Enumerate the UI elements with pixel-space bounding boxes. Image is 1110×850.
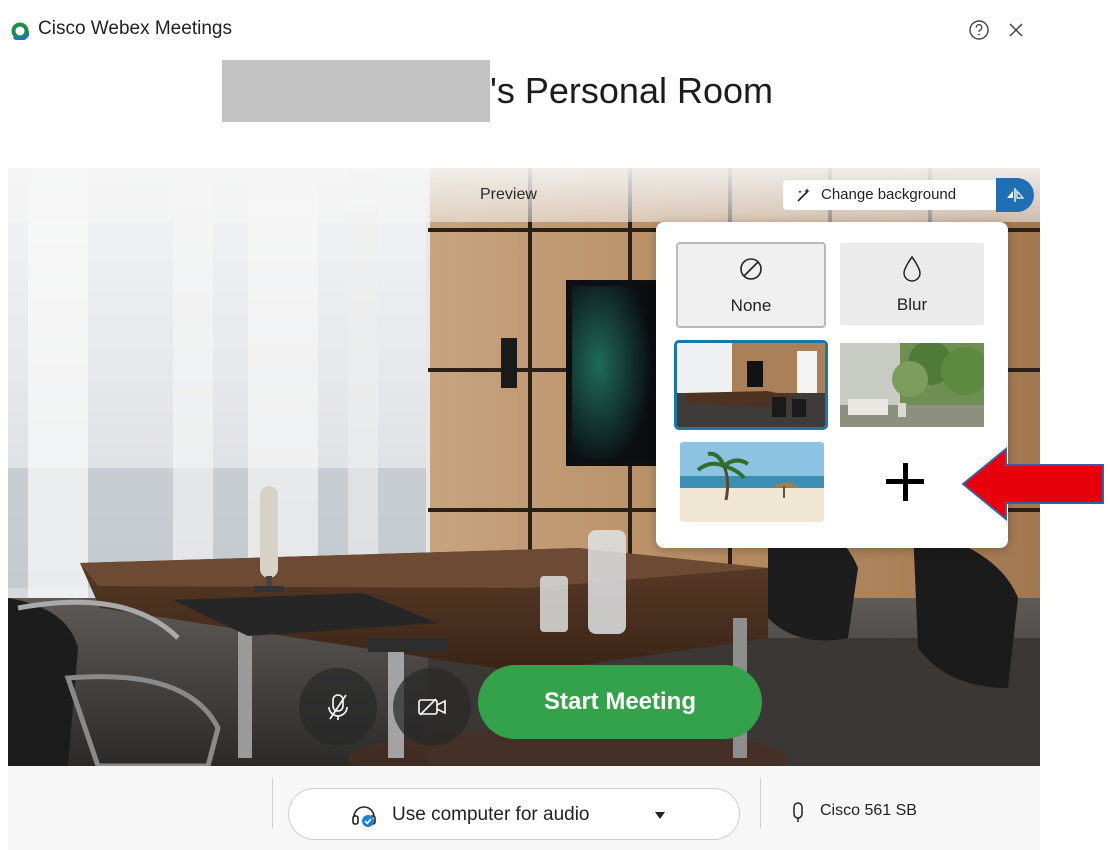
start-meeting-button[interactable]: Start Meeting (478, 665, 762, 739)
background-option-beach[interactable] (680, 442, 824, 522)
title-bar: Cisco Webex Meetings (0, 0, 1050, 60)
divider (272, 778, 273, 828)
microphone-device-selector[interactable]: Cisco 561 SB (790, 800, 950, 828)
background-option-label: Blur (896, 295, 928, 314)
forest-thumbnail (840, 343, 984, 427)
audio-connection-label: Use computer for audio (392, 804, 590, 825)
annotation-arrow-icon (961, 446, 1104, 522)
preview-header: Preview Change background (8, 168, 1040, 222)
microphone-muted-icon (328, 694, 348, 720)
close-icon[interactable] (1005, 19, 1027, 41)
divider (760, 778, 761, 828)
room-title: 's Personal Room (490, 70, 773, 111)
video-button[interactable] (393, 668, 471, 746)
microphone-device-label: Cisco 561 SB (820, 802, 917, 819)
magic-wand-icon (797, 188, 810, 202)
background-option-forest[interactable] (840, 343, 984, 427)
room-header: 's Personal Room (0, 60, 1050, 170)
audio-connection-button[interactable]: Use computer for audio (288, 788, 740, 840)
help-icon[interactable] (968, 19, 990, 41)
chevron-down-icon (655, 812, 665, 819)
droplet-icon (903, 255, 921, 282)
preview-label: Preview (480, 186, 537, 203)
background-option-blur[interactable]: Blur (840, 243, 984, 325)
beach-thumbnail (680, 442, 824, 522)
office-thumbnail (677, 343, 825, 427)
video-off-icon (418, 698, 446, 716)
microphone-icon (793, 802, 803, 822)
webex-logo-icon (11, 22, 29, 40)
video-preview: Preview Change background None Blur Star… (8, 168, 1040, 766)
no-symbol-icon (740, 258, 762, 280)
background-picker-panel: None Blur (656, 222, 1008, 548)
headset-icon (352, 806, 376, 827)
change-background-button[interactable]: Change background (783, 180, 1003, 210)
bottom-bar: Use computer for audio Cisco 561 SB (8, 766, 1040, 850)
background-option-office[interactable] (674, 340, 828, 430)
start-meeting-label: Start Meeting (543, 688, 696, 715)
self-view-icon (1007, 188, 1024, 202)
change-background-label: Change background (821, 186, 957, 203)
redacted-host-name (222, 60, 490, 122)
app-title: Cisco Webex Meetings (38, 18, 232, 39)
background-option-none[interactable]: None (676, 242, 826, 328)
mute-button[interactable] (299, 668, 377, 746)
self-view-toggle-button[interactable] (996, 178, 1034, 212)
background-option-label: None (730, 296, 772, 315)
